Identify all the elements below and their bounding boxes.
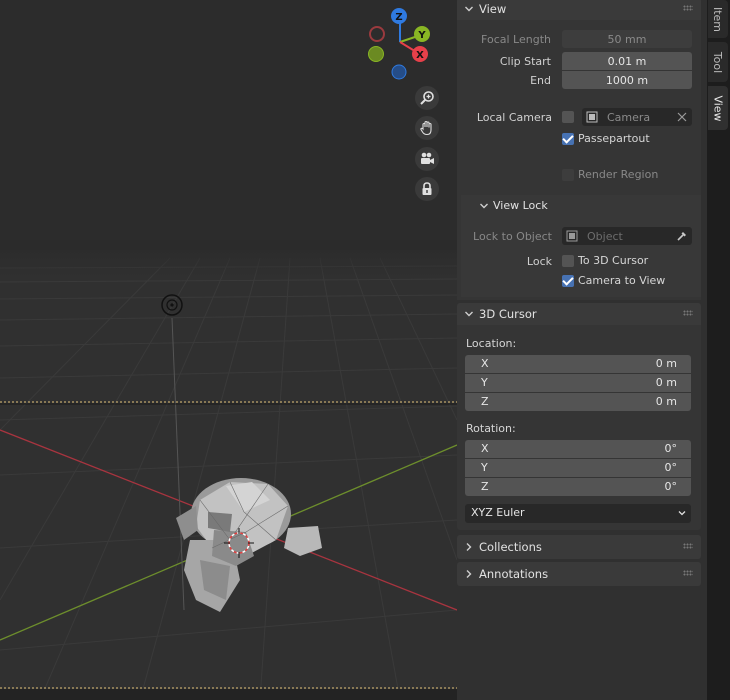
rotation-mode-value: XYZ Euler xyxy=(471,506,525,519)
location-z-field[interactable]: Z 0 m xyxy=(465,393,691,411)
clip-end-field[interactable]: 1000 m xyxy=(562,71,692,89)
object-icon xyxy=(566,230,578,242)
viewport-scene xyxy=(0,0,457,700)
local-camera-field[interactable]: Camera xyxy=(582,108,692,126)
rotation-mode-dropdown[interactable]: XYZ Euler xyxy=(465,504,691,523)
focal-length-label: Focal Length xyxy=(481,33,551,46)
tab-view-label: View xyxy=(711,94,725,122)
tab-tool[interactable]: Tool xyxy=(708,42,728,82)
rotation-x-field[interactable]: X 0° xyxy=(465,440,691,458)
location-x-field[interactable]: X 0 m xyxy=(465,355,691,373)
local-camera-checkbox[interactable] xyxy=(562,111,574,123)
drag-handle-icon[interactable] xyxy=(683,310,693,316)
collections-panel-title: Collections xyxy=(479,540,542,554)
clip-start-field[interactable]: 0.01 m xyxy=(562,52,692,70)
rotation-z-axis: Z xyxy=(481,480,489,493)
annotations-panel-header[interactable]: Annotations xyxy=(457,562,701,586)
chevron-down-icon xyxy=(465,311,473,317)
chevron-down-icon xyxy=(465,6,473,12)
lock-icon[interactable] xyxy=(415,177,439,201)
tab-item-label: Item xyxy=(711,6,725,32)
location-y-axis: Y xyxy=(481,376,488,389)
clear-x-icon[interactable] xyxy=(677,112,687,122)
lock-label: Lock xyxy=(526,255,552,268)
zoom-icon[interactable] xyxy=(415,86,439,110)
camera-data-icon xyxy=(586,111,598,123)
drag-handle-icon[interactable] xyxy=(683,570,693,576)
sidebar-tabs: Item Tool View xyxy=(707,0,730,700)
rotation-x-value: 0° xyxy=(664,442,678,455)
rotation-x-axis: X xyxy=(481,442,489,455)
render-region-checkbox[interactable] xyxy=(562,169,574,181)
location-x-value: 0 m xyxy=(655,357,677,370)
location-label: Location: xyxy=(466,337,517,350)
sidebar-panel: View Focal Length 50 mm Clip Start 0.01 … xyxy=(457,0,707,700)
rotation-y-field[interactable]: Y 0° xyxy=(465,459,691,477)
rotation-z-field[interactable]: Z 0° xyxy=(465,478,691,496)
chevron-right-icon xyxy=(466,570,472,578)
camera-view-icon[interactable] xyxy=(415,147,439,171)
gizmo-x-axis[interactable]: X xyxy=(412,46,428,62)
location-y-field[interactable]: Y 0 m xyxy=(465,374,691,392)
clip-end-label: End xyxy=(530,74,551,87)
view-panel-title: View xyxy=(479,2,507,16)
svg-text:Y: Y xyxy=(417,30,426,41)
chevron-down-icon xyxy=(480,203,488,209)
render-region-label: Render Region xyxy=(578,168,659,181)
rotation-y-value: 0° xyxy=(664,461,678,474)
collections-panel-header[interactable]: Collections xyxy=(457,535,701,559)
passepartout-label: Passepartout xyxy=(578,132,650,145)
passepartout-checkbox[interactable] xyxy=(562,133,574,145)
camera-to-view-label: Camera to View xyxy=(578,274,666,287)
focal-length-field[interactable]: 50 mm xyxy=(562,30,692,48)
gizmo-z-axis[interactable]: Z xyxy=(391,8,407,24)
chevron-down-icon xyxy=(678,511,686,516)
lock-to-object-label: Lock to Object xyxy=(473,230,552,243)
lock-to-object-field[interactable]: Object xyxy=(562,227,692,245)
lock-to-object-placeholder: Object xyxy=(587,229,623,243)
to-3d-cursor-checkbox[interactable] xyxy=(562,255,574,267)
3d-viewport[interactable]: Z Y X xyxy=(0,0,457,700)
local-camera-label: Local Camera xyxy=(476,111,552,124)
local-camera-placeholder: Camera xyxy=(607,110,651,124)
drag-handle-icon[interactable] xyxy=(683,5,693,11)
rotation-label: Rotation: xyxy=(466,422,516,435)
rotation-z-value: 0° xyxy=(664,480,678,493)
view-panel-header[interactable]: View xyxy=(457,0,701,20)
gizmo-y-axis[interactable]: Y xyxy=(414,26,430,42)
view-lock-title: View Lock xyxy=(493,199,548,212)
rotation-y-axis: Y xyxy=(481,461,488,474)
location-y-value: 0 m xyxy=(655,376,677,389)
3d-cursor-panel-header[interactable]: 3D Cursor xyxy=(457,303,701,325)
tab-tool-label: Tool xyxy=(711,51,725,73)
navigation-gizmo[interactable]: Z Y X xyxy=(360,5,440,85)
location-x-axis: X xyxy=(481,357,489,370)
drag-handle-icon[interactable] xyxy=(683,543,693,549)
annotations-panel-title: Annotations xyxy=(479,567,549,581)
to-3d-cursor-label: To 3D Cursor xyxy=(578,254,649,267)
chevron-right-icon xyxy=(466,543,472,551)
svg-text:Z: Z xyxy=(395,12,402,23)
eyedropper-icon[interactable] xyxy=(676,230,688,242)
tab-item[interactable]: Item xyxy=(708,0,728,38)
3d-cursor-panel-title: 3D Cursor xyxy=(479,307,537,321)
view-lock-header[interactable]: View Lock xyxy=(461,195,701,217)
location-z-axis: Z xyxy=(481,395,489,408)
svg-text:X: X xyxy=(416,50,424,61)
clip-start-label: Clip Start xyxy=(499,55,551,68)
tab-view[interactable]: View xyxy=(708,86,728,130)
location-z-value: 0 m xyxy=(655,395,677,408)
hand-pan-icon[interactable] xyxy=(415,116,439,140)
camera-to-view-checkbox[interactable] xyxy=(562,275,574,287)
